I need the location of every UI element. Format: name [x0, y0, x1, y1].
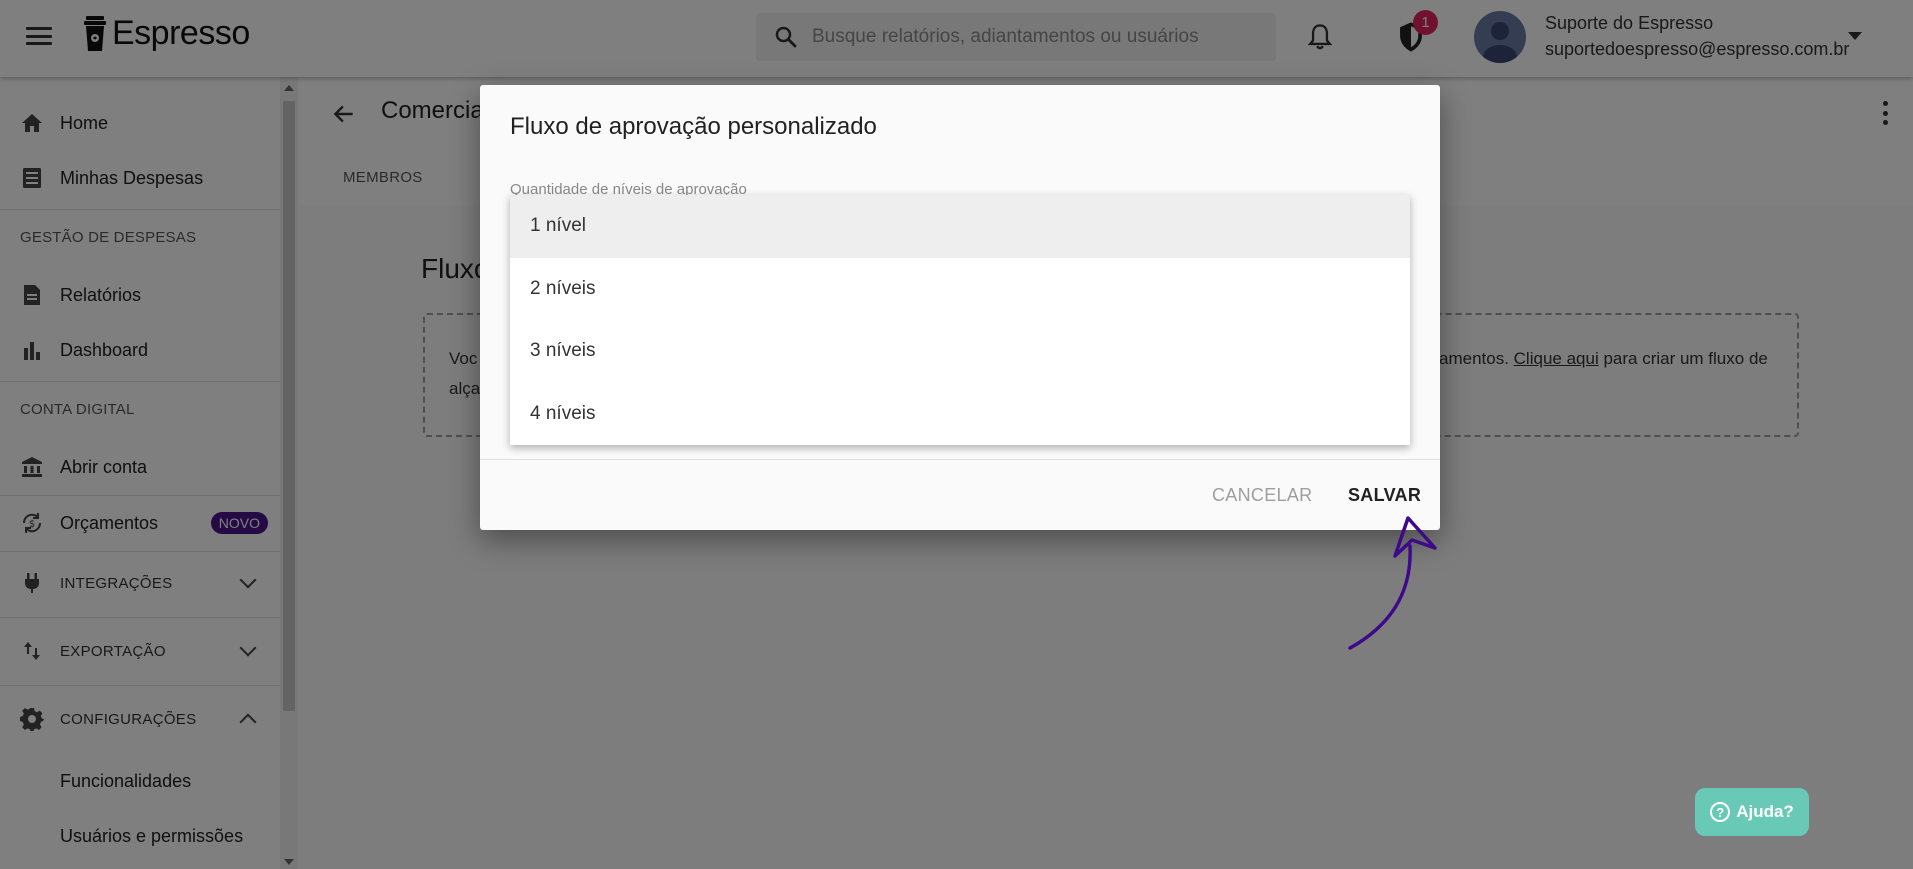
- dropdown-option-2[interactable]: 2 níveis: [510, 258, 1410, 321]
- dropdown-option-4[interactable]: 4 níveis: [510, 383, 1410, 446]
- dialog-divider: [480, 459, 1440, 460]
- levels-dropdown-menu: 1 nível 2 níveis 3 níveis 4 níveis: [510, 195, 1410, 445]
- dropdown-option-1[interactable]: 1 nível: [510, 195, 1410, 258]
- dropdown-option-3[interactable]: 3 níveis: [510, 320, 1410, 383]
- help-label: Ajuda?: [1736, 802, 1794, 821]
- cancel-button[interactable]: CANCELAR: [1212, 485, 1312, 506]
- question-icon: ?: [1710, 802, 1731, 822]
- dialog-title: Fluxo de aprovação personalizado: [510, 113, 877, 140]
- help-button[interactable]: ? Ajuda?: [1695, 788, 1809, 836]
- save-button[interactable]: SALVAR: [1348, 485, 1421, 506]
- approval-flow-dialog: Fluxo de aprovação personalizado Quantid…: [480, 85, 1440, 530]
- annotation-arrow-icon: [1348, 516, 1437, 650]
